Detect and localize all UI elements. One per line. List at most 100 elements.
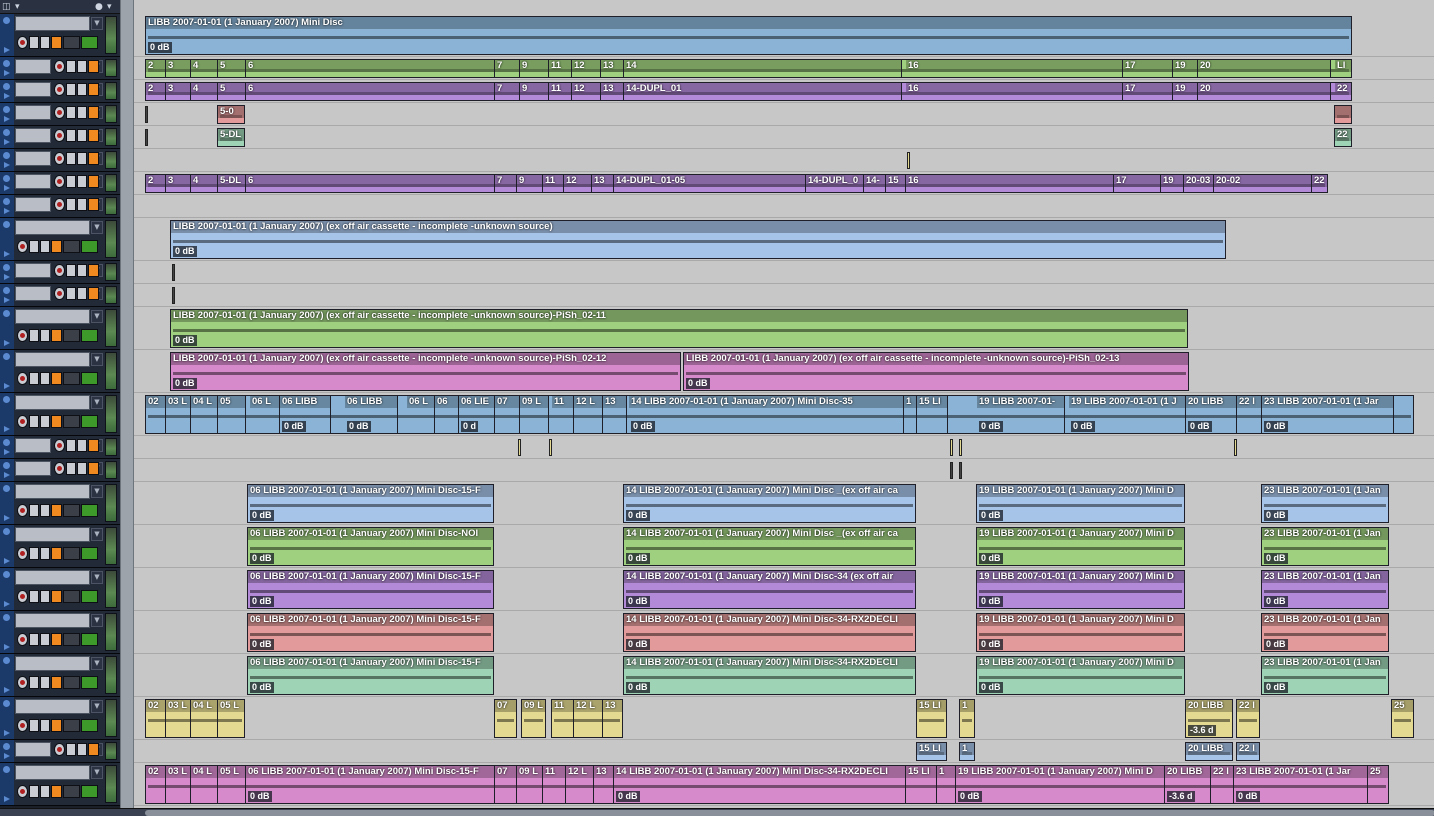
clip-gain[interactable]: -3.6 d [1188,725,1216,736]
clip-segment[interactable]: 19 LIBB 2007-01-01 (1 J 0 dB [1069,396,1186,433]
track-header-5[interactable]: ▼ [0,149,120,172]
track-name[interactable] [15,461,51,476]
audio-clip[interactable]: 23 LIBB 2007-01-01 (1 Jan 0 dB [1261,570,1389,609]
clip-segment[interactable]: 13 [603,396,627,433]
clip-segment[interactable]: 05 L [218,766,246,803]
s-button[interactable] [40,785,50,798]
track-name[interactable] [15,82,51,97]
i-button[interactable] [29,676,39,689]
clip-gain[interactable]: 0 dB [1071,421,1095,432]
i-button[interactable] [66,198,76,211]
i-button[interactable] [66,743,76,756]
clip-fragment[interactable] [959,462,962,479]
expand-triangle-icon[interactable] [4,47,10,53]
record-enable-icon[interactable] [3,106,10,113]
expand-triangle-icon[interactable] [4,687,10,693]
record-enable-icon[interactable] [3,462,10,469]
clip-fragment[interactable] [172,287,175,304]
audio-clip[interactable]: 09 L [521,699,546,738]
clip-gain[interactable]: 0 dB [979,596,1003,607]
track-select-edge[interactable] [0,284,14,306]
clip-segment[interactable]: 23 LIBB 2007-01-01 (1 Jar 0 dB [1262,396,1394,433]
clip-segment[interactable]: 14-DUPL_01 [624,83,902,100]
chevron-down-icon[interactable]: ▼ [91,657,103,670]
record-enable-icon[interactable] [3,129,10,136]
rd-button[interactable] [81,36,98,49]
clip-fragment[interactable] [172,264,175,281]
clip-segment[interactable]: 22 l [1211,766,1234,803]
chevron-down-icon[interactable]: ▼ [91,396,103,409]
track-header-22[interactable]: ▼ [0,740,120,763]
m-button[interactable] [51,676,62,689]
track-name[interactable] [15,613,90,628]
m-button[interactable] [51,329,62,342]
chevron-down-icon[interactable]: ▼ [91,17,103,30]
clip-gain[interactable]: 0 dB [282,421,306,432]
wv-button[interactable] [63,676,80,689]
expand-triangle-icon[interactable] [4,426,10,432]
clip-segment[interactable]: 02 [146,396,166,433]
s-button[interactable] [77,743,87,756]
expand-triangle-icon[interactable] [4,116,10,122]
clip-segment[interactable]: 9 [520,83,549,100]
s-button[interactable] [77,129,87,142]
record-button[interactable] [54,462,65,475]
clip-fragment[interactable] [959,439,962,456]
m-button[interactable] [88,287,99,300]
timeline-edit-area[interactable]: LIBB 2007-01-01 (1 January 2007) Mini Di… [134,0,1434,808]
record-enable-icon[interactable] [3,17,10,24]
clip-segment[interactable]: 14 [624,60,902,77]
record-button[interactable] [54,60,65,73]
clip-gain[interactable]: 0 dB [173,335,197,346]
wv-button[interactable] [63,785,80,798]
clip-segment[interactable]: 2 [146,83,166,100]
audio-clip[interactable]: 20 LIBB -3.6 d [1185,699,1233,738]
track-name[interactable] [15,527,90,542]
track-name[interactable] [15,742,51,757]
track-select-edge[interactable] [0,261,14,283]
clip-segment[interactable]: 2 [146,60,166,77]
rd-button[interactable] [81,785,98,798]
clip-segment[interactable]: 12 L [574,396,603,433]
clip-gain[interactable]: 0 dB [1188,421,1212,432]
m-button[interactable] [51,719,62,732]
clip-gain[interactable]: 0 dB [250,596,274,607]
record-button[interactable] [54,264,65,277]
track-lane[interactable] [134,459,1434,482]
expand-triangle-icon[interactable] [4,753,10,759]
rd-button[interactable] [81,719,98,732]
track-select-edge[interactable] [0,568,14,610]
track-header-16[interactable]: ▼ [0,482,120,525]
i-button[interactable] [66,83,76,96]
record-enable-icon[interactable] [3,264,10,271]
record-enable-icon[interactable] [3,198,10,205]
rd-button[interactable] [81,590,98,603]
rd-button[interactable] [81,240,98,253]
track-name[interactable] [15,309,90,324]
audio-clip[interactable]: 1 [959,699,975,738]
audio-clip[interactable]: 19 LIBB 2007-01-01 (1 January 2007) Mini… [976,656,1185,695]
track-header-7[interactable]: ▼ [0,195,120,218]
clip-segment[interactable]: 1 [904,396,917,433]
clip-gain[interactable]: 0 dB [173,378,197,389]
clip-gain[interactable]: 0 dB [958,791,982,802]
i-button[interactable] [66,462,76,475]
m-button[interactable] [88,60,99,73]
s-button[interactable] [77,106,87,119]
i-button[interactable] [66,287,76,300]
clip-gain[interactable]: 0 dB [250,682,274,693]
track-header-8[interactable]: ▼ [0,218,120,261]
clip-gain[interactable]: 0 dB [626,553,650,564]
clip-gain[interactable]: 0 dB [1236,791,1260,802]
record-button[interactable] [17,547,28,560]
chevron-down-icon[interactable]: ▼ [91,310,103,323]
clip-gain[interactable]: 0 dB [1264,682,1288,693]
track-name[interactable] [15,352,90,367]
record-button[interactable] [54,287,65,300]
clip-gain[interactable]: 0 dB [250,553,274,564]
audio-clip[interactable]: 14 LIBB 2007-01-01 (1 January 2007) Mini… [623,527,916,566]
s-button[interactable] [40,719,50,732]
clip-segment[interactable]: 7 [495,83,520,100]
clip-segment[interactable]: 06 [435,396,459,433]
clip-segment[interactable]: 13 [601,83,624,100]
